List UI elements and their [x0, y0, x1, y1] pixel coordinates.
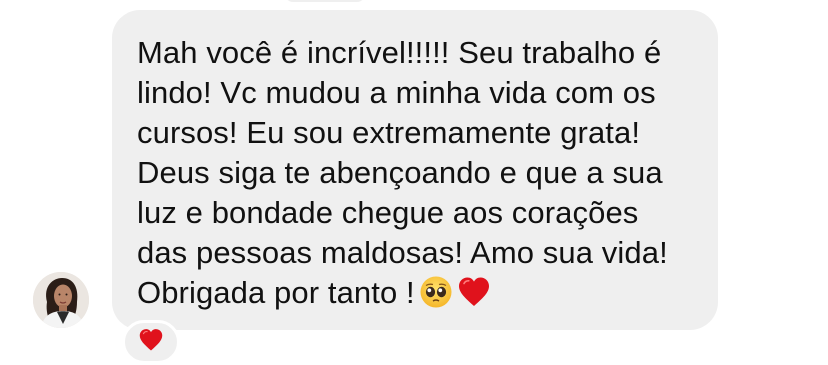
message-line: Mah você é incrível!!!!! Seu trabalho é — [137, 35, 662, 70]
message-thread: Mah você é incrível!!!!! Seu trabalho é … — [0, 0, 828, 365]
red-heart-emoji-icon — [457, 275, 491, 309]
message-line: das pessoas maldosas! Amo sua vida! — [137, 235, 668, 270]
message-line: Obrigada por tanto ! — [137, 275, 415, 310]
message-text: Mah você é incrível!!!!! Seu trabalho é … — [137, 33, 692, 313]
avatar[interactable] — [33, 272, 89, 328]
profile-photo-icon — [33, 272, 89, 328]
previous-message-edge — [285, 0, 365, 2]
message-line: lindo! Vc mudou a minha vida com os — [137, 75, 656, 110]
message-line: Deus siga te abençoando e que a sua — [137, 155, 663, 190]
message-line: cursos! Eu sou extremamente grata! — [137, 115, 641, 150]
pleading-face-emoji-icon — [419, 275, 453, 309]
message-line: luz e bondade chegue aos corações — [137, 195, 639, 230]
red-heart-emoji-icon — [138, 328, 164, 357]
heart-reaction-badge[interactable] — [122, 320, 180, 364]
message-bubble[interactable]: Mah você é incrível!!!!! Seu trabalho é … — [112, 10, 718, 330]
